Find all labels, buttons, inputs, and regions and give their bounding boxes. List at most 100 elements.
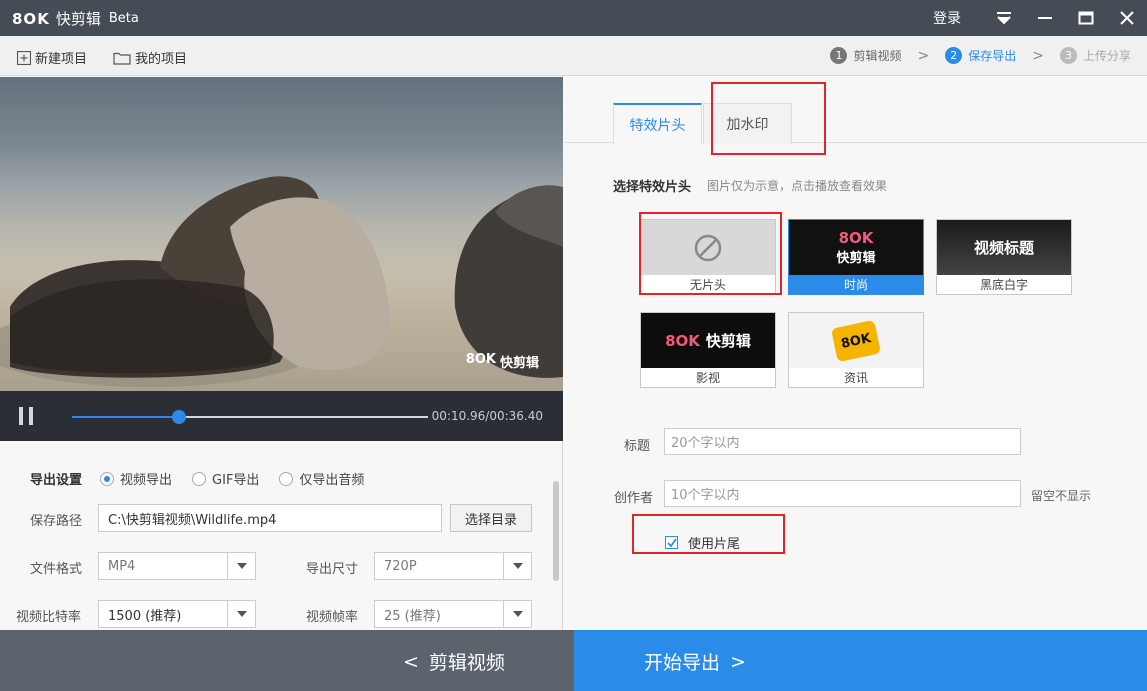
frame-rate-select[interactable]: 25 (推荐) bbox=[374, 600, 532, 628]
export-size-label: 导出尺寸 bbox=[306, 562, 359, 577]
step-label: 上传分享 bbox=[1082, 49, 1131, 63]
start-export-button[interactable]: 开始导出 > bbox=[574, 630, 1147, 691]
thumb-logo-mark: 8OK bbox=[838, 229, 874, 247]
export-label: 开始导出 bbox=[644, 652, 721, 674]
radio-audio-only[interactable]: 仅导出音频 bbox=[279, 469, 364, 488]
back-label: 剪辑视频 bbox=[428, 652, 505, 674]
app-logo: 8OK 快剪辑 Beta bbox=[12, 8, 139, 29]
author-hint: 留空不显示 bbox=[1031, 489, 1092, 503]
chevron-down-icon bbox=[503, 553, 531, 579]
news-logo-icon: 8OK bbox=[830, 319, 882, 362]
back-to-edit-button[interactable]: < 剪辑视频 bbox=[0, 630, 574, 691]
chevron-down-icon bbox=[227, 601, 255, 627]
step-edit: 1 剪辑视频 bbox=[830, 47, 902, 64]
chevron-down-icon bbox=[227, 553, 255, 579]
intro-card-black-white[interactable]: 视频标题 黑底白字 bbox=[936, 219, 1072, 295]
card-thumb: 8OK 快剪辑 bbox=[789, 220, 923, 275]
step-number: 2 bbox=[945, 47, 963, 64]
title-bar: 8OK 快剪辑 Beta 登录 bbox=[0, 0, 1147, 36]
chevron-right-icon: > bbox=[730, 650, 746, 673]
card-thumb: 视频标题 bbox=[937, 220, 1071, 275]
seek-progress bbox=[72, 416, 180, 418]
step-label: 剪辑视频 bbox=[853, 49, 902, 63]
thumb-text: 快剪辑 bbox=[836, 251, 876, 266]
plus-square-icon bbox=[17, 50, 31, 65]
video-frame-image bbox=[0, 176, 563, 387]
app-name: 快剪辑 bbox=[55, 10, 101, 28]
intro-card-fashion[interactable]: 8OK 快剪辑 时尚 bbox=[788, 219, 924, 295]
title-input[interactable]: 20个字以内 bbox=[664, 428, 1021, 455]
thumb-text: 视频标题 bbox=[973, 239, 1034, 257]
radio-label: 仅导出音频 bbox=[299, 473, 365, 488]
thumb-logo-mark: 8OK bbox=[839, 330, 873, 351]
author-input[interactable]: 10个字以内 bbox=[664, 480, 1021, 507]
new-project-button[interactable]: 新建项目 bbox=[17, 48, 87, 67]
select-value: MP4 bbox=[108, 558, 136, 574]
highlight-box bbox=[711, 82, 826, 155]
video-preview[interactable]: 8OK 快剪辑 bbox=[0, 77, 563, 391]
frame-rate-label: 视频帧率 bbox=[306, 610, 359, 625]
toolbar: 新建项目 我的项目 1 剪辑视频 > 2 保存导出 > 3 上传分享 bbox=[0, 36, 1147, 76]
choose-directory-button[interactable]: 选择目录 bbox=[450, 504, 532, 532]
pause-button[interactable] bbox=[19, 407, 33, 425]
radio-gif-export[interactable]: GIF导出 bbox=[192, 469, 259, 488]
app-edition: Beta bbox=[108, 11, 139, 26]
radio-dot bbox=[100, 471, 115, 486]
step-number: 3 bbox=[1059, 47, 1077, 64]
close-button[interactable] bbox=[1106, 0, 1147, 36]
step-indicator: 1 剪辑视频 > 2 保存导出 > 3 上传分享 bbox=[830, 47, 1131, 64]
step-save-export: 2 保存导出 bbox=[945, 47, 1016, 64]
select-value: 720P bbox=[384, 558, 417, 574]
folder-icon bbox=[113, 52, 131, 65]
radio-dot bbox=[192, 471, 207, 486]
right-panel: 特效片头 加水印 选择特效片头 图片仅为示意，点击播放查看效果 无片头 8OK … bbox=[564, 77, 1147, 630]
thumb-text: 快剪辑 bbox=[705, 332, 751, 350]
minimize-button[interactable] bbox=[1024, 0, 1065, 36]
menu-dropdown-button[interactable] bbox=[983, 0, 1024, 36]
thumb-logo-mark: 8OK bbox=[665, 331, 700, 350]
maximize-button[interactable] bbox=[1065, 0, 1106, 36]
playback-time: 00:10.96/00:36.40 bbox=[431, 409, 543, 423]
card-caption: 资讯 bbox=[789, 368, 923, 387]
select-value: 25 (推荐) bbox=[384, 608, 441, 624]
author-label: 创作者 bbox=[614, 491, 654, 506]
minimize-icon bbox=[1037, 17, 1052, 19]
radio-dot bbox=[279, 471, 294, 486]
card-thumb: 8OK 快剪辑 bbox=[641, 313, 775, 368]
file-format-select[interactable]: MP4 bbox=[98, 552, 256, 580]
save-path-input[interactable]: C:\快剪辑视频\Wildlife.mp4 bbox=[98, 504, 442, 532]
chevron-left-icon: < bbox=[403, 650, 419, 673]
export-settings: 导出设置 视频导出 GIF导出 仅导出音频 保存路径 C:\快剪辑视频\Wild… bbox=[0, 441, 563, 630]
login-link[interactable]: 登录 bbox=[933, 8, 961, 28]
watermark-name: 快剪辑 bbox=[499, 356, 539, 371]
left-panel: 8OK 快剪辑 00:10.96/00:36.40 导出设置 视频导出 GIF导… bbox=[0, 77, 563, 630]
bitrate-select[interactable]: 1500 (推荐) bbox=[98, 600, 256, 628]
intro-section-hint: 图片仅为示意，点击播放查看效果 bbox=[707, 179, 888, 193]
my-projects-button[interactable]: 我的项目 bbox=[113, 48, 187, 67]
radio-label: GIF导出 bbox=[212, 473, 260, 488]
settings-scrollbar[interactable] bbox=[553, 481, 559, 581]
video-watermark: 8OK 快剪辑 bbox=[466, 352, 539, 371]
seek-bar[interactable] bbox=[72, 410, 428, 424]
radio-video-export[interactable]: 视频导出 bbox=[100, 469, 172, 488]
intro-card-news[interactable]: 8OK 资讯 bbox=[788, 312, 924, 388]
file-format-label: 文件格式 bbox=[30, 562, 83, 577]
card-caption: 影视 bbox=[641, 368, 775, 387]
tab-intro-effects[interactable]: 特效片头 bbox=[613, 103, 702, 144]
step-number: 1 bbox=[830, 47, 848, 64]
pause-icon bbox=[19, 407, 23, 425]
new-project-label: 新建项目 bbox=[35, 52, 88, 67]
chevron-down-icon bbox=[503, 601, 531, 627]
card-thumb: 8OK bbox=[789, 313, 923, 368]
radio-label: 视频导出 bbox=[120, 473, 173, 488]
intro-card-film[interactable]: 8OK 快剪辑 影视 bbox=[640, 312, 776, 388]
maximize-icon bbox=[1078, 11, 1093, 25]
step-label: 保存导出 bbox=[968, 49, 1017, 63]
title-label: 标题 bbox=[624, 439, 651, 454]
chevron-right-icon: > bbox=[1032, 47, 1044, 64]
export-size-select[interactable]: 720P bbox=[374, 552, 532, 580]
menu-dropdown-icon bbox=[996, 12, 1011, 25]
bitrate-label: 视频比特率 bbox=[16, 610, 82, 625]
seek-handle[interactable] bbox=[172, 410, 187, 424]
close-icon bbox=[1119, 11, 1134, 25]
